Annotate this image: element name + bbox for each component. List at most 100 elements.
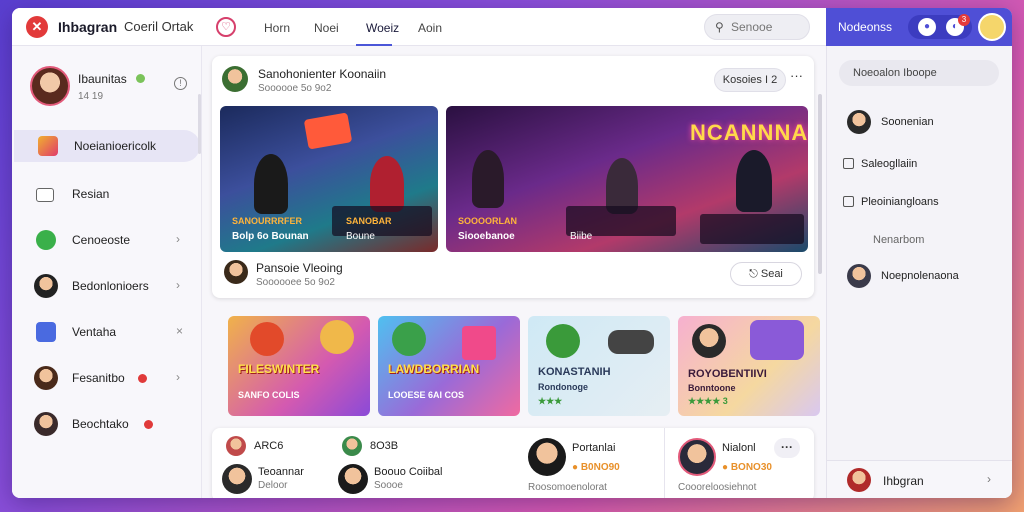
user-name[interactable]: Nialonl <box>722 442 756 454</box>
sidebar-scrollbar[interactable] <box>198 94 201 154</box>
avatar <box>847 110 871 134</box>
sub-title[interactable]: Coeril Ortak <box>124 19 193 34</box>
profile-icon[interactable]: ● <box>918 18 936 36</box>
sidebar-item-fesanitbo[interactable]: Fesanitbo › <box>12 362 200 394</box>
sidebar-item-beochtako[interactable]: Beochtako <box>12 408 200 440</box>
tab-admin[interactable]: Aoin <box>418 21 442 35</box>
media-caption: Bolp 6o Bounan <box>232 231 309 242</box>
active-tab-indicator <box>356 44 392 46</box>
right-panel-item[interactable]: Saleogllaiin <box>827 150 1012 180</box>
user-avatar[interactable] <box>978 13 1006 41</box>
character-icon <box>392 322 426 356</box>
left-sidebar: Ibaunitas 14 19 ! Noeianioericolk Resian… <box>12 46 202 498</box>
host-figure <box>736 150 772 212</box>
home-icon <box>38 136 58 156</box>
comment-author[interactable]: Pansoie Vleoing <box>256 261 343 275</box>
search-box[interactable]: ⚲ <box>704 14 810 40</box>
share-icon: ⎋ <box>749 268 758 280</box>
profile-meta: 14 19 <box>78 91 104 102</box>
sidebar-item-label: Cenoeoste <box>72 233 131 247</box>
user-name[interactable]: ARC6 <box>254 440 283 452</box>
info-icon[interactable]: ! <box>174 77 187 90</box>
sidebar-item-label: Beochtako <box>72 417 129 431</box>
right-panel-search[interactable]: Noeoalon Iboope <box>839 60 999 86</box>
game-card[interactable]: FILESWINTER SANFO COLIS <box>228 316 370 416</box>
app-logo-icon[interactable]: ✕ <box>26 16 48 38</box>
search-input[interactable] <box>731 20 803 34</box>
avatar[interactable] <box>226 436 246 456</box>
avatar[interactable] <box>528 438 566 476</box>
avatar[interactable] <box>338 464 368 494</box>
game-card[interactable]: KONASTANIH Rondonoge ★★★ <box>528 316 670 416</box>
post-pill-button[interactable]: Kosoies I 2 <box>714 68 786 92</box>
game-card[interactable]: ROYOBENTIIVI Bonntoone ★★★★ 3 <box>678 316 820 416</box>
bear-icon <box>320 320 354 354</box>
trophy-icon <box>750 320 804 360</box>
media-caption: SANOURRRFER <box>232 216 303 226</box>
right-panel: Noeoalon Iboope Soonenian Saleogllaiin P… <box>826 46 1012 498</box>
checkbox-icon[interactable] <box>843 158 854 169</box>
game-title: KONASTANIH <box>538 366 611 378</box>
apps-icon[interactable]: ♡ <box>216 17 236 37</box>
user-sub: Soooe <box>374 480 403 491</box>
post-media-image[interactable]: SANOURRRFER Bolp 6o Bounan SANOBAR Boune <box>220 106 438 252</box>
right-panel-item-label: Saleogllaiin <box>861 158 918 170</box>
avatar <box>847 468 871 492</box>
app-title: Ihbagran <box>58 19 118 35</box>
user-name[interactable]: Boouo Coiibal <box>374 466 443 478</box>
main-scrollbar[interactable] <box>818 94 822 274</box>
tab-news[interactable]: Noei <box>314 21 339 35</box>
tab-home[interactable]: Horn <box>264 21 290 35</box>
more-options-icon[interactable]: ··· <box>774 438 800 458</box>
avatar[interactable] <box>342 436 362 456</box>
sidebar-item-home[interactable]: Noeianioericolk <box>14 130 200 162</box>
play-icon[interactable] <box>843 196 854 207</box>
avatar[interactable] <box>678 438 716 476</box>
profile-avatar[interactable] <box>30 66 70 106</box>
user-name[interactable]: Teoannar <box>258 466 304 478</box>
right-panel-item[interactable]: Noepnolenaona <box>827 262 1012 292</box>
right-panel-footer[interactable]: Ihbgran › <box>827 460 1012 498</box>
user-sub: Deloor <box>258 480 288 491</box>
unread-dot-icon <box>138 374 147 383</box>
avatar <box>847 264 871 288</box>
host-figure <box>472 150 504 208</box>
media-caption: SANOBAR <box>346 216 392 226</box>
sidebar-item-cenoeoste[interactable]: Cenoeoste › <box>12 224 200 256</box>
user-name[interactable]: 8O3B <box>370 440 398 452</box>
star-icon <box>462 326 496 360</box>
game-subtitle: Rondonoge <box>538 382 588 392</box>
coin-value: B0NO90 <box>580 462 620 473</box>
game-card[interactable]: LAWDBORRIAN LOOESE 6AI COS <box>378 316 520 416</box>
tab-works[interactable]: Woeiz <box>366 21 399 35</box>
sidebar-item-bedonlonioers[interactable]: Bedonlonioers › <box>12 270 200 302</box>
right-panel-item[interactable]: Pleoiniangloans <box>827 188 1012 218</box>
avatar[interactable] <box>222 464 252 494</box>
desk-shape <box>700 214 804 244</box>
rating-stars: ★★★ <box>538 396 563 406</box>
more-options-icon[interactable]: ··· <box>790 68 803 83</box>
folder-icon <box>36 188 54 202</box>
post-media-image[interactable]: NCANNNAI SOOOORLAN Siooebanoe Biibe <box>446 106 808 252</box>
neon-logo-icon <box>303 112 353 150</box>
right-panel-item-label: Pleoiniangloans <box>861 196 939 208</box>
chevron-right-icon: › <box>176 232 180 246</box>
puzzle-icon <box>36 322 56 342</box>
user-sub: Coooreloosiehnot <box>678 482 757 493</box>
character-icon <box>546 324 580 358</box>
gamepad-icon <box>608 330 654 354</box>
post-author-avatar[interactable] <box>222 66 248 92</box>
host-figure <box>370 156 404 212</box>
top-bar: ✕ Ihbagran Coeril Ortak ♡ Horn Noei Woei… <box>12 8 826 46</box>
sidebar-item-ventaha[interactable]: Ventaha × <box>12 316 200 348</box>
sidebar-item-resian[interactable]: Resian <box>12 178 200 210</box>
post-author[interactable]: Sanohonienter Koonaiin <box>258 67 386 81</box>
right-panel-item[interactable]: Soonenian <box>827 108 1012 138</box>
user-name[interactable]: Portanlai <box>572 442 615 454</box>
close-icon[interactable]: × <box>176 324 183 338</box>
right-panel-item[interactable]: Nenarbom <box>827 226 1012 256</box>
comment-avatar[interactable] <box>224 260 248 284</box>
app-window: ✕ Ihbagran Coeril Ortak ♡ Horn Noei Woei… <box>12 8 1012 498</box>
profile-name[interactable]: Ibaunitas <box>78 72 127 86</box>
share-button[interactable]: ⎋ Seai <box>730 262 802 286</box>
